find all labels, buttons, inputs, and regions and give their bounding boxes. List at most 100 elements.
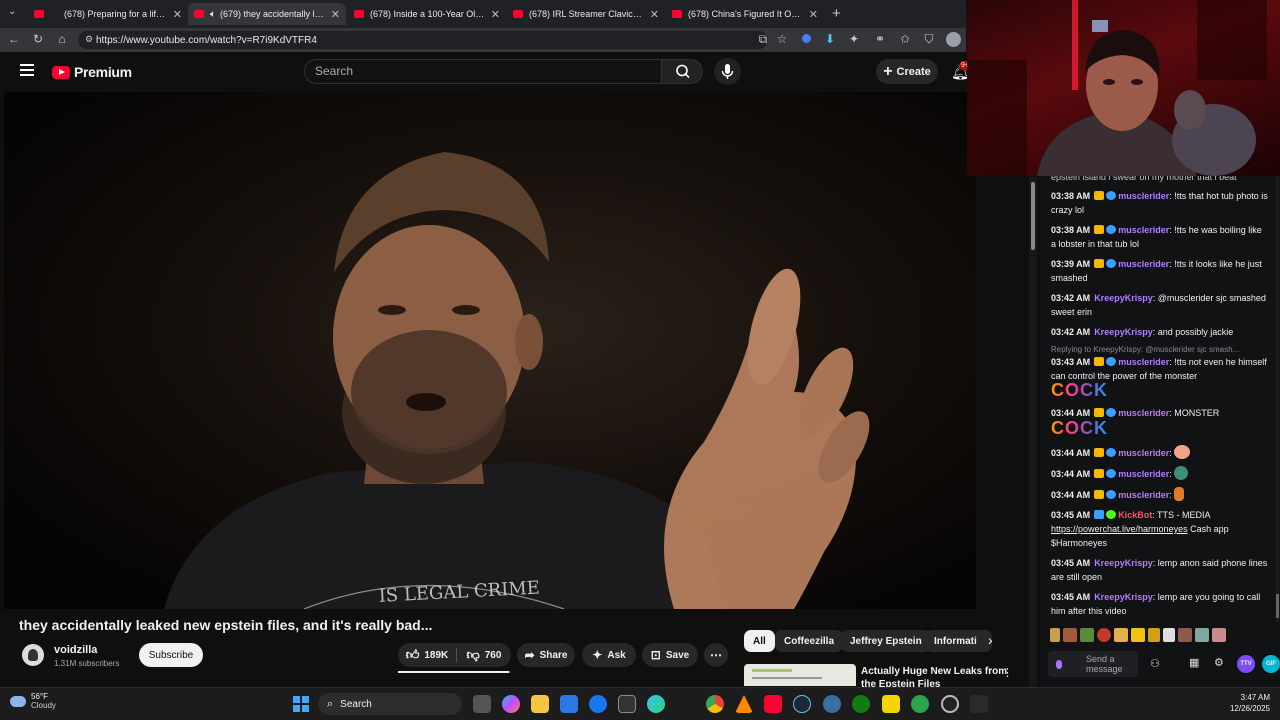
chip-all[interactable]: All	[744, 630, 775, 652]
xbox-icon[interactable]	[852, 695, 870, 713]
emote-icon[interactable]	[1163, 628, 1175, 642]
taskbar-clock[interactable]: 3:47 AM 12/26/2025	[1210, 692, 1270, 714]
address-bar[interactable]: https://www.youtube.com/watch?v=R7i9KdVT…	[78, 31, 768, 49]
speaker-icon[interactable]: 🔈︎	[210, 9, 216, 20]
youtube-logo[interactable]: Premium	[52, 64, 132, 80]
favorites-icon[interactable]: ✩	[897, 31, 913, 47]
voice-search-button[interactable]	[714, 58, 741, 85]
file-explorer-icon[interactable]	[531, 695, 549, 713]
task-view-icon[interactable]	[473, 695, 491, 713]
save-button[interactable]: ⊡ Save	[642, 643, 698, 667]
start-button[interactable]	[293, 696, 309, 712]
chat-username[interactable]: musclerider	[1118, 448, 1169, 458]
gift-icon[interactable]: ▦	[1189, 656, 1199, 669]
chat-username[interactable]: musclerider	[1118, 408, 1169, 418]
chip-coffeezilla[interactable]: Coffeezilla	[775, 630, 844, 652]
extensions-puzzle-icon[interactable]: ✦	[846, 31, 862, 47]
steam-icon[interactable]	[793, 695, 811, 713]
emote-icon[interactable]	[1114, 628, 1128, 642]
chat-username[interactable]: musclerider	[1118, 259, 1169, 269]
reload-icon[interactable]: ↻	[30, 31, 46, 47]
close-tab-icon[interactable]: ✕	[650, 8, 659, 21]
recommendation-thumbnail[interactable]	[744, 664, 856, 686]
channel-avatar[interactable]	[22, 644, 44, 666]
mic-purple-icon[interactable]	[1056, 659, 1062, 669]
new-tab-button[interactable]: +	[832, 5, 841, 22]
youtube-app-icon[interactable]	[764, 695, 782, 713]
close-tab-icon[interactable]: ✕	[491, 8, 500, 21]
open-in-app-icon[interactable]: ⧉	[755, 31, 771, 47]
chat-username[interactable]: musclerider	[1118, 191, 1169, 201]
ask-button[interactable]: ✦ Ask	[582, 643, 636, 667]
subscribe-button[interactable]: Subscribe	[139, 643, 203, 667]
emote-icon[interactable]	[1063, 628, 1077, 642]
emote-icon[interactable]	[1178, 628, 1192, 642]
chip-information[interactable]: Informati	[925, 630, 992, 652]
chat-username[interactable]: KreepyKrispy	[1094, 293, 1153, 303]
emote-icon[interactable]	[1195, 628, 1209, 642]
chrome-icon[interactable]	[706, 695, 724, 713]
emote-icon[interactable]	[1212, 628, 1226, 642]
share-button[interactable]: ➦ Share	[517, 643, 575, 667]
chat-username[interactable]: KreepyKrispy	[1094, 327, 1153, 337]
chat-username[interactable]: KreepyKrispy	[1094, 592, 1153, 602]
extension-blue-icon[interactable]	[798, 31, 814, 47]
users-icon[interactable]: ⚇	[1150, 657, 1160, 670]
recommendation-menu-icon[interactable]: ⋮	[1002, 666, 1013, 679]
emote-quick-row[interactable]	[1040, 622, 1280, 648]
dislike-button[interactable]: 👎︎ 760	[457, 643, 511, 667]
close-tab-icon[interactable]: ✕	[173, 8, 182, 21]
chat-username[interactable]: musclerider	[1118, 490, 1169, 500]
taskbar-search[interactable]: ⌕ Search	[318, 693, 462, 715]
video-player[interactable]: IS LEGAL CRIME	[4, 92, 976, 609]
gif-icon[interactable]: GIF	[1262, 655, 1280, 673]
emote-icon[interactable]	[1148, 628, 1160, 642]
chips-next-icon[interactable]: ›	[988, 632, 993, 648]
create-button[interactable]: + Create	[876, 59, 938, 84]
home-icon[interactable]: ⌂	[54, 31, 70, 47]
chat-username[interactable]: musclerider	[1118, 357, 1169, 367]
browser-tab-1[interactable]: (678) Preparing for a lifetime ✕	[28, 3, 188, 25]
obs-icon[interactable]	[941, 695, 959, 713]
chat-input-field[interactable]: Send a message	[1048, 651, 1138, 677]
bookmark-star-icon[interactable]: ☆	[774, 31, 790, 47]
edge-icon[interactable]	[647, 695, 665, 713]
emote-icon[interactable]	[1080, 628, 1094, 642]
close-tab-icon[interactable]: ✕	[809, 8, 818, 21]
microsoft-store-icon[interactable]	[560, 695, 578, 713]
split-screen-icon[interactable]: ⚭	[872, 31, 888, 47]
facebook-icon[interactable]	[589, 695, 607, 713]
amazon-icon[interactable]	[618, 695, 636, 713]
emote-icon[interactable]	[1050, 628, 1060, 642]
browser-essentials-icon[interactable]: ⛉	[921, 31, 937, 47]
page-scrollbar[interactable]	[1029, 92, 1037, 687]
green-app-icon[interactable]	[911, 695, 929, 713]
profile-avatar[interactable]	[946, 32, 961, 47]
close-tab-icon[interactable]: ✕	[331, 8, 340, 21]
extension-pin-icon[interactable]: ⬇	[822, 31, 838, 47]
epic-games-icon[interactable]	[970, 695, 988, 713]
like-button[interactable]: 👍︎ 189K	[398, 643, 456, 667]
emote-icon[interactable]	[1131, 628, 1145, 642]
browser-tab-4[interactable]: (678) IRL Streamer Clavicular Just ✕	[507, 3, 665, 25]
back-icon[interactable]: ←	[6, 31, 22, 47]
chip-jeffrey-epstein[interactable]: Jeffrey Epstein	[841, 630, 931, 652]
ttv-icon[interactable]: TTV	[1237, 655, 1255, 673]
browser-tab-3[interactable]: (678) Inside a 100-Year Old Farm ✕	[348, 3, 506, 25]
site-info-icon[interactable]: ⚙	[81, 31, 97, 47]
chat-username[interactable]: KreepyKrispy	[1094, 558, 1153, 568]
copilot-icon[interactable]	[502, 695, 520, 713]
chat-username[interactable]: musclerider	[1118, 225, 1169, 235]
chat-scrollbar[interactable]	[1276, 176, 1279, 622]
search-input[interactable]: Search	[304, 59, 662, 84]
channel-name[interactable]: voidzilla	[54, 644, 97, 656]
more-actions-button[interactable]: ⋯	[704, 643, 728, 667]
emote-icon[interactable]	[1097, 628, 1111, 642]
weather-widget[interactable]: 56°F Cloudy	[10, 692, 56, 710]
app-icon[interactable]	[823, 695, 841, 713]
browser-tab-5[interactable]: (678) China's Figured It Out... - Yo ✕	[666, 3, 824, 25]
menu-icon[interactable]	[20, 64, 34, 76]
chat-username[interactable]: KickBot	[1118, 510, 1152, 520]
chat-username[interactable]: musclerider	[1118, 469, 1169, 479]
search-button[interactable]	[661, 59, 703, 84]
